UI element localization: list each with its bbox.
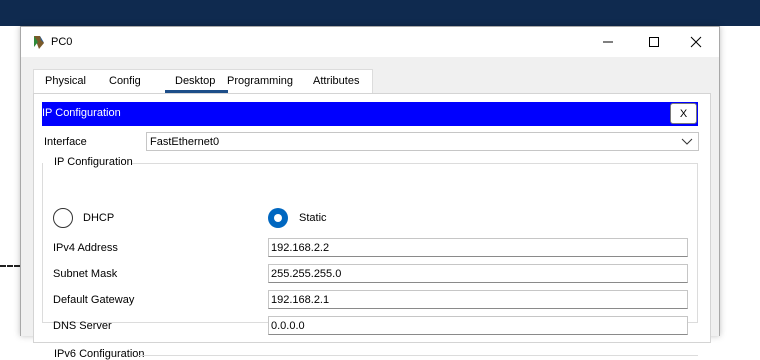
minimize-button[interactable]: [585, 27, 631, 57]
default-gateway-input[interactable]: [268, 290, 688, 309]
static-label[interactable]: Static: [299, 212, 327, 224]
background-top-bar: [0, 0, 760, 26]
dhcp-label[interactable]: DHCP: [83, 212, 114, 224]
chevron-down-icon: [681, 138, 693, 145]
ip-config-header: IP Configuration: [42, 102, 698, 126]
dns-server-input[interactable]: [268, 316, 688, 335]
subnet-mask-label: Subnet Mask: [53, 268, 118, 280]
ipv4-label: IPv4 Address: [53, 242, 118, 254]
interface-select-value: FastEthernet0: [150, 136, 220, 148]
close-window-button[interactable]: [673, 27, 719, 57]
ipv6-config-group-label: IPv6 Configuration: [54, 348, 145, 360]
tab-physical[interactable]: Physical: [45, 75, 86, 87]
tab-desktop[interactable]: Desktop: [175, 75, 215, 87]
desktop-panel: IP Configuration X Interface FastEtherne…: [33, 93, 711, 360]
dhcp-radio[interactable]: [53, 208, 73, 228]
tab-attributes[interactable]: Attributes: [313, 75, 359, 87]
window-title: PC0: [51, 36, 73, 48]
ipv4-address-input[interactable]: [268, 238, 688, 257]
window-titlebar[interactable]: PC0: [21, 27, 719, 57]
minimize-icon: [603, 41, 613, 43]
interface-label: Interface: [44, 136, 87, 148]
pc-app-icon: [34, 36, 44, 49]
interface-select[interactable]: FastEthernet0: [146, 132, 699, 151]
tab-programming[interactable]: Programming: [227, 75, 293, 87]
ipv6-group-divider: [138, 355, 698, 356]
subnet-mask-input[interactable]: [268, 264, 688, 283]
background-dashed-line: [0, 265, 20, 267]
maximize-icon: [649, 37, 659, 47]
pc-window: PC0 Physical Config Desktop Programming …: [20, 26, 720, 360]
ip-config-header-title: IP Configuration: [42, 107, 121, 119]
close-icon: [690, 36, 702, 48]
ip-config-close-button[interactable]: X: [670, 103, 697, 124]
static-radio[interactable]: [268, 208, 288, 228]
maximize-button[interactable]: [631, 27, 677, 57]
tab-config[interactable]: Config: [109, 75, 141, 87]
default-gateway-label: Default Gateway: [53, 294, 135, 306]
dns-server-label: DNS Server: [53, 320, 112, 332]
tab-strip: Physical Config Desktop Programming Attr…: [33, 69, 373, 93]
